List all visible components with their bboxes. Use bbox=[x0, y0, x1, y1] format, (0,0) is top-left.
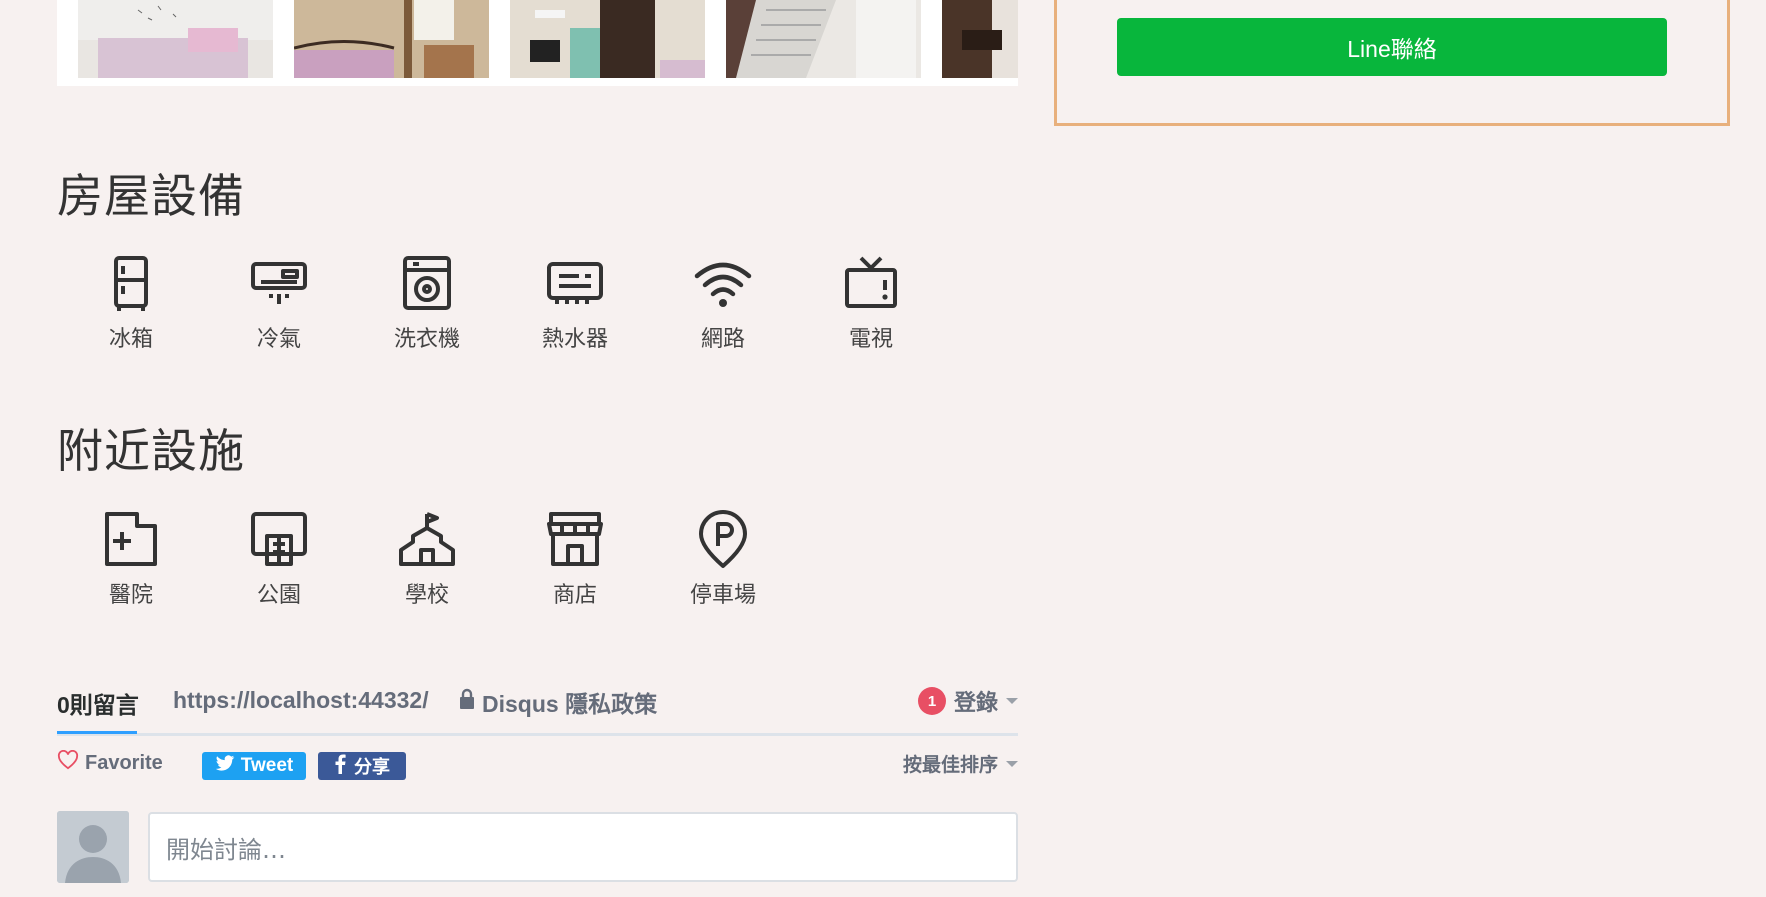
notification-badge[interactable]: 1 bbox=[917, 687, 946, 715]
hospital-icon bbox=[101, 510, 161, 570]
chevron-down-icon bbox=[1006, 760, 1018, 767]
nearby-list: 醫院 公園 學校 商店 停車場 bbox=[57, 510, 797, 609]
nearby-label: 商店 bbox=[552, 583, 597, 608]
heart-icon bbox=[57, 749, 79, 776]
gallery-photo[interactable] bbox=[726, 0, 921, 78]
gallery-photo[interactable] bbox=[510, 0, 705, 78]
equipment-item-ac: 冷氣 bbox=[205, 254, 353, 353]
nearby-title: 附近設施 bbox=[57, 424, 245, 478]
tv-icon bbox=[841, 254, 901, 314]
store-icon bbox=[545, 510, 605, 570]
comment-input[interactable]: 開始討論… bbox=[148, 812, 1018, 882]
chevron-down-icon bbox=[1006, 698, 1018, 704]
twitter-icon bbox=[215, 754, 235, 778]
park-icon bbox=[249, 510, 309, 570]
wifi-icon bbox=[693, 254, 753, 314]
equipment-label: 洗衣機 bbox=[393, 327, 460, 352]
water-heater-icon bbox=[545, 254, 605, 314]
comment-count-tab[interactable]: 0則留言 bbox=[57, 686, 139, 734]
avatar bbox=[57, 811, 129, 883]
equipment-label: 冷氣 bbox=[256, 327, 301, 352]
facebook-icon bbox=[334, 754, 346, 779]
gallery-photo[interactable] bbox=[942, 0, 1018, 78]
washing-machine-icon bbox=[397, 254, 457, 314]
tweet-label: Tweet bbox=[240, 755, 294, 776]
privacy-policy-link[interactable]: Disqus 隱私政策 bbox=[458, 685, 657, 719]
nearby-item-parking: 停車場 bbox=[649, 510, 797, 609]
sort-label: 按最佳排序 bbox=[902, 754, 998, 776]
nearby-item-hospital: 醫院 bbox=[57, 510, 205, 609]
favorite-label: Favorite bbox=[85, 751, 163, 774]
equipment-item-heater: 熱水器 bbox=[501, 254, 649, 353]
nearby-item-store: 商店 bbox=[501, 510, 649, 609]
air-conditioner-icon bbox=[249, 254, 309, 314]
parking-icon bbox=[693, 510, 753, 570]
photo-gallery[interactable] bbox=[57, 0, 1018, 86]
nearby-item-school: 學校 bbox=[353, 510, 501, 609]
equipment-item-wifi: 網路 bbox=[649, 254, 797, 353]
equipment-item-fridge: 冰箱 bbox=[57, 254, 205, 353]
disqus-header: 0則留言 https://localhost:44332/ Disqus 隱私政… bbox=[57, 680, 1018, 736]
nearby-label: 醫院 bbox=[108, 583, 153, 608]
tweet-button[interactable]: Tweet bbox=[202, 752, 306, 780]
nearby-item-park: 公園 bbox=[205, 510, 353, 609]
school-icon bbox=[397, 510, 457, 570]
line-contact-button[interactable]: Line聯絡 bbox=[1117, 18, 1667, 76]
share-label: 分享 bbox=[354, 757, 390, 778]
equipment-label: 熱水器 bbox=[541, 327, 608, 352]
fridge-icon bbox=[101, 254, 161, 314]
gallery-photo[interactable] bbox=[294, 0, 489, 78]
equipment-item-washer: 洗衣機 bbox=[353, 254, 501, 353]
site-url-link[interactable]: https://localhost:44332/ bbox=[173, 687, 429, 714]
nearby-label: 停車場 bbox=[689, 583, 756, 608]
lock-icon bbox=[458, 688, 476, 716]
equipment-title: 房屋設備 bbox=[57, 169, 245, 223]
favorite-button[interactable]: Favorite bbox=[57, 749, 163, 776]
gallery-photo[interactable] bbox=[78, 0, 273, 78]
login-label: 登錄 bbox=[953, 691, 998, 716]
nearby-label: 學校 bbox=[404, 583, 449, 608]
sort-dropdown[interactable]: 按最佳排序 bbox=[903, 750, 1018, 777]
equipment-label: 網路 bbox=[700, 327, 745, 352]
equipment-label: 電視 bbox=[848, 327, 893, 352]
equipment-item-tv: 電視 bbox=[797, 254, 945, 353]
equipment-list: 冰箱 冷氣 洗衣機 熱水器 網路 電視 bbox=[57, 254, 945, 353]
active-tab-underline bbox=[57, 731, 137, 734]
equipment-label: 冰箱 bbox=[108, 327, 153, 352]
disqus-actions: Favorite Tweet 分享 按最佳排序 bbox=[57, 748, 1018, 782]
privacy-policy-label: Disqus 隱私政策 bbox=[482, 691, 658, 717]
nearby-label: 公園 bbox=[256, 583, 301, 608]
facebook-share-button[interactable]: 分享 bbox=[318, 752, 406, 780]
login-dropdown[interactable]: 1 登錄 bbox=[917, 685, 1018, 717]
